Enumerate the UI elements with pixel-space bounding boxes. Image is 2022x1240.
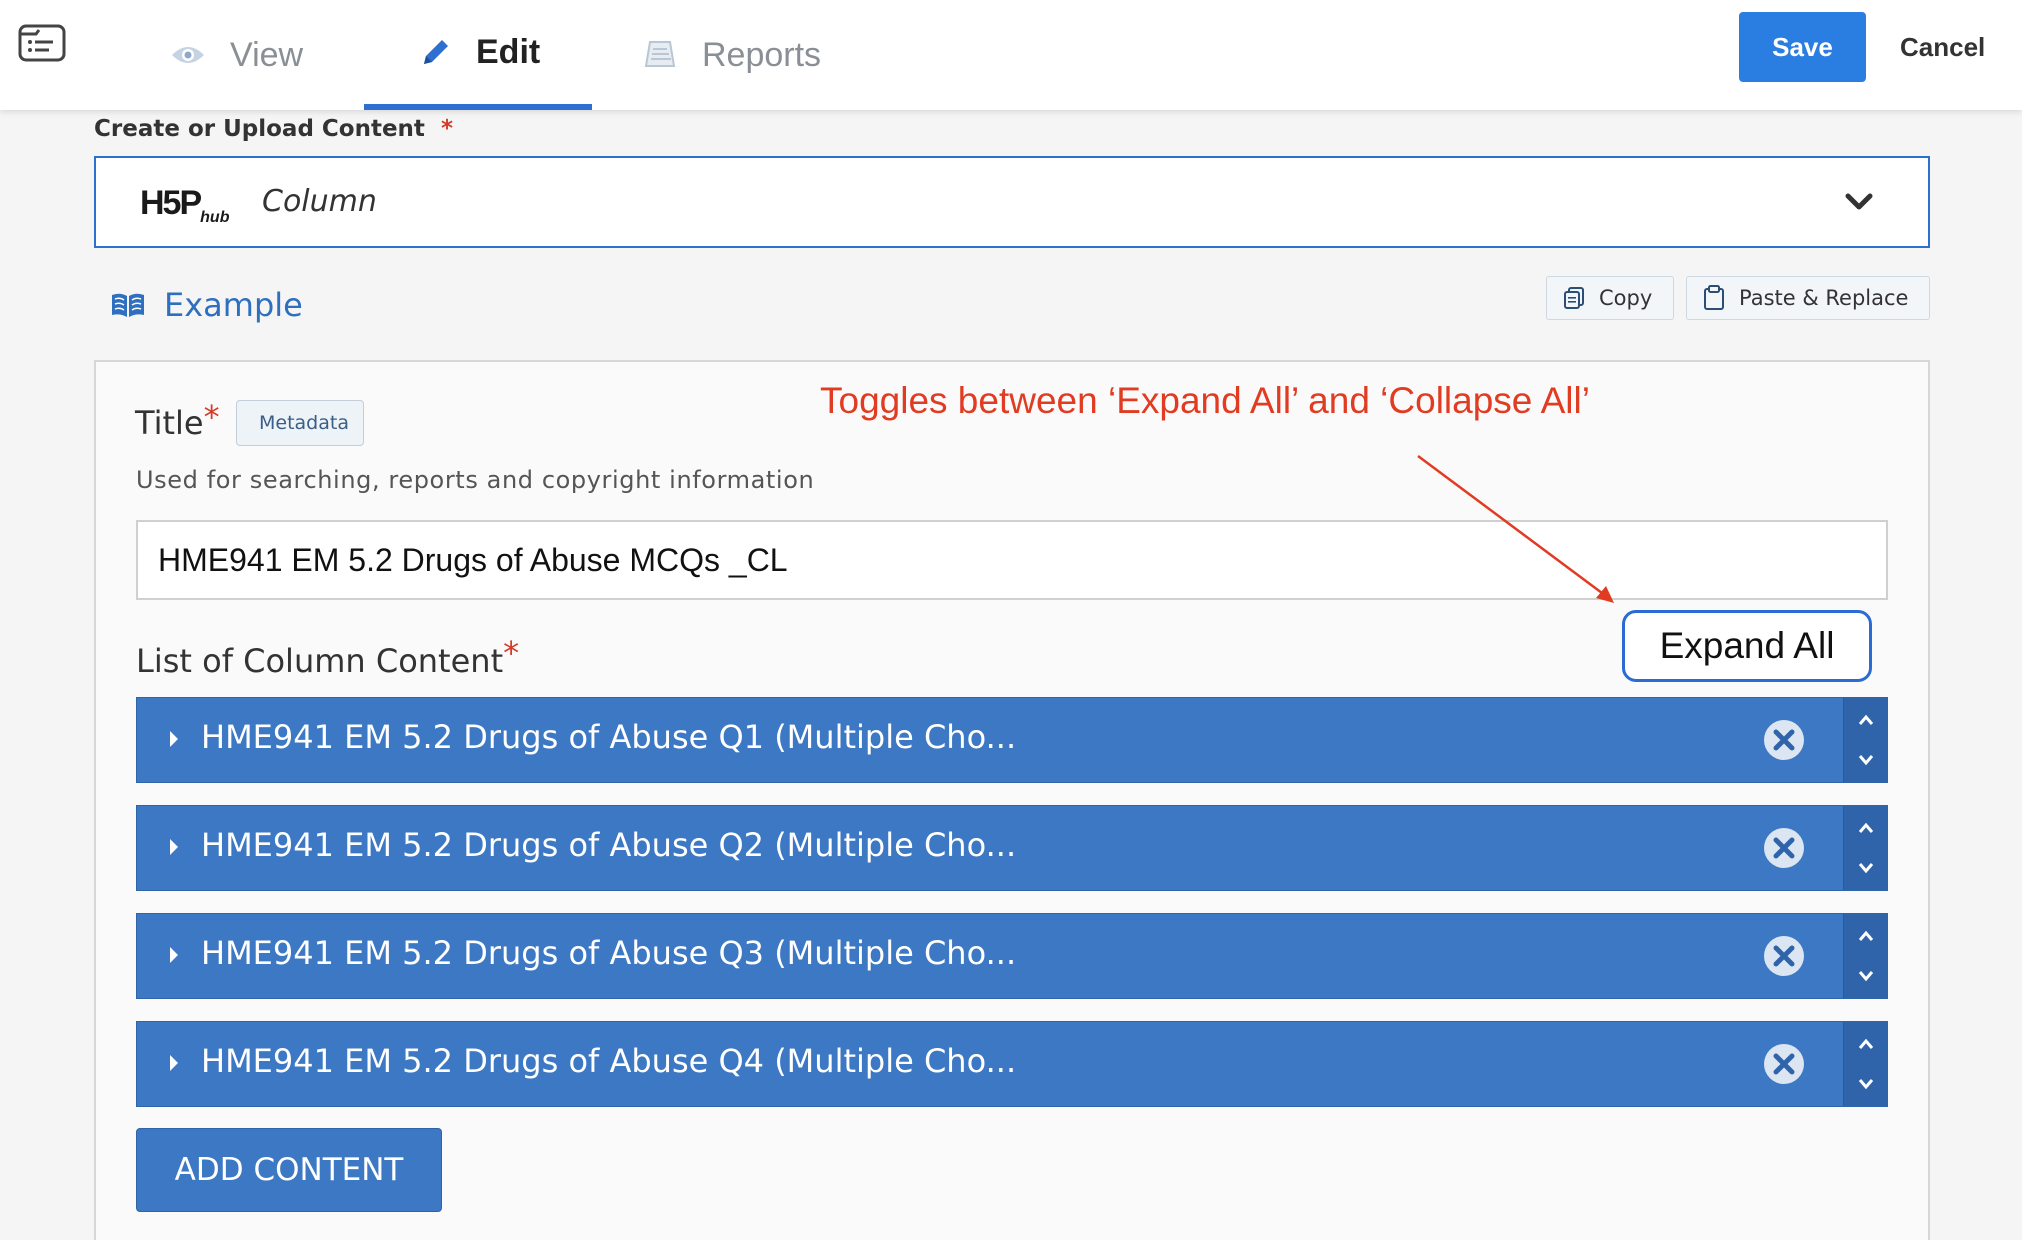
- h5p-logo-sub: hub: [200, 208, 230, 226]
- order-controls: [1843, 806, 1887, 890]
- move-up-icon[interactable]: [1858, 930, 1874, 942]
- add-content-button[interactable]: ADD CONTENT: [136, 1128, 442, 1212]
- caret-right-icon[interactable]: [167, 836, 181, 858]
- list-item-title: HME941 EM 5.2 Drugs of Abuse Q1 (Multipl…: [201, 718, 1017, 756]
- content-type-selector[interactable]: H5Phub Column: [94, 156, 1930, 248]
- pencil-icon: [424, 40, 448, 64]
- title-help-text: Used for searching, reports and copyrigh…: [136, 466, 815, 494]
- caret-right-icon[interactable]: [167, 728, 181, 750]
- move-up-icon[interactable]: [1858, 714, 1874, 726]
- list-item-title: HME941 EM 5.2 Drugs of Abuse Q3 (Multipl…: [201, 934, 1017, 972]
- metadata-button[interactable]: Metadata: [236, 400, 364, 446]
- list-item[interactable]: HME941 EM 5.2 Drugs of Abuse Q2 (Multipl…: [136, 805, 1888, 891]
- list-item[interactable]: HME941 EM 5.2 Drugs of Abuse Q1 (Multipl…: [136, 697, 1888, 783]
- list-label: List of Column Content*: [136, 634, 519, 680]
- remove-icon[interactable]: [1763, 1043, 1805, 1085]
- order-controls: [1843, 698, 1887, 782]
- remove-icon[interactable]: [1763, 719, 1805, 761]
- required-mark: *: [503, 634, 520, 672]
- move-down-icon[interactable]: [1858, 970, 1874, 982]
- tab-view[interactable]: View: [170, 0, 303, 110]
- paste-replace-button[interactable]: Paste & Replace: [1686, 276, 1930, 320]
- tab-edit[interactable]: Edit: [364, 0, 592, 110]
- example-link[interactable]: Example: [110, 286, 303, 324]
- chevron-down-icon[interactable]: [1844, 190, 1874, 214]
- annotation-note: Toggles between ‘Expand All’ and ‘Collap…: [820, 380, 1590, 421]
- list-item-title: HME941 EM 5.2 Drugs of Abuse Q4 (Multipl…: [201, 1042, 1017, 1080]
- tab-view-label: View: [230, 35, 304, 74]
- save-button[interactable]: Save: [1739, 12, 1866, 82]
- eye-icon: [172, 47, 204, 63]
- caret-right-icon[interactable]: [167, 944, 181, 966]
- content-type-label: Create or Upload Content *: [94, 116, 453, 142]
- metadata-label: Metadata: [259, 412, 349, 434]
- copy-button[interactable]: Copy: [1546, 276, 1674, 320]
- tab-edit-label: Edit: [476, 32, 541, 71]
- list-item[interactable]: HME941 EM 5.2 Drugs of Abuse Q4 (Multipl…: [136, 1021, 1888, 1107]
- content-type-label-text: Create or Upload Content: [94, 116, 425, 142]
- h5p-hub-logo: H5Phub: [140, 184, 229, 227]
- selected-content-type: Column: [262, 184, 377, 219]
- list-item-title: HME941 EM 5.2 Drugs of Abuse Q2 (Multipl…: [201, 826, 1017, 864]
- report-icon: [644, 41, 676, 67]
- required-mark: *: [203, 398, 220, 436]
- move-up-icon[interactable]: [1858, 822, 1874, 834]
- list-item[interactable]: HME941 EM 5.2 Drugs of Abuse Q3 (Multipl…: [136, 913, 1888, 999]
- required-mark: *: [440, 116, 453, 142]
- tab-reports[interactable]: Reports: [644, 0, 821, 110]
- h5p-logo-text: H5P: [140, 184, 202, 222]
- move-down-icon[interactable]: [1858, 1078, 1874, 1090]
- title-input[interactable]: HME941 EM 5.2 Drugs of Abuse MCQs _CL: [136, 520, 1888, 600]
- title-label: Title*: [135, 398, 220, 442]
- tab-reports-label: Reports: [702, 35, 822, 74]
- open-book-icon: [112, 293, 144, 317]
- example-link-label: Example: [164, 286, 303, 324]
- title-label-text: Title: [135, 404, 204, 442]
- clipboard-icon: [1704, 285, 1724, 310]
- h5p-editor-screen: View Edit Reports Save Cancel Create or …: [0, 0, 2022, 1240]
- remove-icon[interactable]: [1763, 827, 1805, 869]
- remove-icon[interactable]: [1763, 935, 1805, 977]
- move-down-icon[interactable]: [1858, 862, 1874, 874]
- copy-label: Copy: [1599, 286, 1653, 310]
- cancel-button[interactable]: Cancel: [1900, 12, 1985, 82]
- expand-all-button[interactable]: Expand All: [1622, 610, 1872, 682]
- top-navigation-bar: View Edit Reports Save Cancel: [0, 0, 2022, 110]
- caret-right-icon[interactable]: [167, 1052, 181, 1074]
- move-up-icon[interactable]: [1858, 1038, 1874, 1050]
- copy-icon: [1564, 287, 1584, 309]
- content-list-icon[interactable]: [18, 24, 66, 62]
- paste-label: Paste & Replace: [1739, 286, 1909, 310]
- list-label-text: List of Column Content: [136, 642, 504, 680]
- order-controls: [1843, 1022, 1887, 1106]
- order-controls: [1843, 914, 1887, 998]
- move-down-icon[interactable]: [1858, 754, 1874, 766]
